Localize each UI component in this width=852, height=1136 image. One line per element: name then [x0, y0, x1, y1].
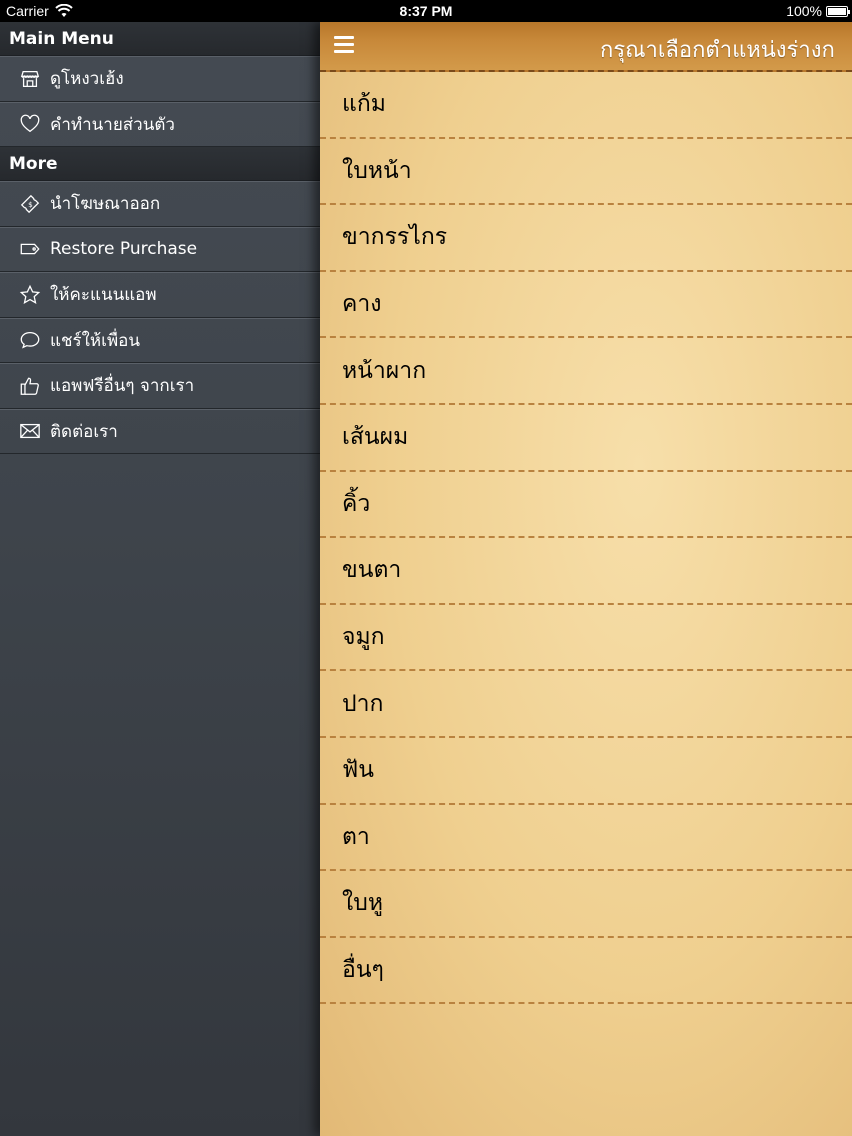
sidebar-item-face-reading[interactable]: ดูโหงวเฮ้ง — [0, 56, 320, 102]
nav-bar: กรุณาเลือกตำแหน่งร่างก — [320, 22, 852, 72]
status-bar: Carrier 8:37 PM 100% — [0, 0, 852, 22]
thumbs-up-icon — [18, 374, 42, 398]
store-icon — [18, 67, 42, 91]
list-item-eye[interactable]: ตา — [320, 805, 852, 872]
battery-icon — [826, 5, 850, 17]
status-time: 8:37 PM — [399, 3, 453, 19]
list-item-nose[interactable]: จมูก — [320, 605, 852, 672]
battery-percent: 100% — [786, 3, 822, 19]
list-item-eyelash[interactable]: ขนตา — [320, 538, 852, 605]
sidebar-item-label: แอพฟรีอื่นๆ จากเรา — [50, 376, 195, 397]
sidebar-item-label: แชร์ให้เพื่อน — [50, 330, 140, 351]
ticket-icon: $ — [18, 192, 42, 216]
sidebar-item-rate-app[interactable]: ให้คะแนนแอพ — [0, 272, 320, 318]
main-panel: กรุณาเลือกตำแหน่งร่างก แก้ม ใบหน้า ขากรร… — [320, 22, 852, 1136]
envelope-icon — [18, 419, 42, 443]
sidebar-item-more-apps[interactable]: แอพฟรีอื่นๆ จากเรา — [0, 363, 320, 409]
sidebar-item-label: Restore Purchase — [50, 239, 198, 260]
list-item-other[interactable]: อื่นๆ — [320, 938, 852, 1005]
list-item-mouth[interactable]: ปาก — [320, 671, 852, 738]
section-header-more: More — [0, 147, 320, 181]
list-item-cheek[interactable]: แก้ม — [320, 72, 852, 139]
heart-icon — [18, 112, 42, 136]
sidebar-item-label: ให้คะแนนแอพ — [50, 285, 157, 306]
sidebar-item-label: ดูโหงวเฮ้ง — [50, 69, 124, 90]
list-item-eyebrow[interactable]: คิ้ว — [320, 472, 852, 539]
star-icon — [18, 283, 42, 307]
sidebar-item-label: ติดต่อเรา — [50, 421, 118, 442]
sidebar-item-restore-purchase[interactable]: Restore Purchase — [0, 226, 320, 272]
sidebar-item-label: นำโฆษณาออก — [50, 194, 161, 215]
list-item-chin[interactable]: คาง — [320, 272, 852, 339]
sidebar-item-share[interactable]: แชร์ให้เพื่อน — [0, 317, 320, 363]
sidebar-item-personal-prediction[interactable]: คำทำนายส่วนตัว — [0, 101, 320, 147]
sidebar-item-label: คำทำนายส่วนตัว — [50, 114, 175, 135]
svg-text:$: $ — [28, 200, 33, 209]
hamburger-icon[interactable] — [334, 36, 354, 54]
sidebar-item-contact[interactable]: ติดต่อเรา — [0, 408, 320, 454]
page-title: กรุณาเลือกตำแหน่งร่างก — [600, 38, 835, 63]
list-item-ear[interactable]: ใบหู — [320, 871, 852, 938]
sidebar: Main Menu ดูโหงวเฮ้ง คำทำนายส่วนตัว More… — [0, 22, 320, 1136]
list-item-teeth[interactable]: ฟัน — [320, 738, 852, 805]
chat-bubble-icon — [18, 328, 42, 352]
tag-icon — [18, 237, 42, 261]
body-part-list: แก้ม ใบหน้า ขากรรไกร คาง หน้าผาก เส้นผม … — [320, 72, 852, 1005]
section-header-main-menu: Main Menu — [0, 22, 320, 56]
status-right: 100% — [786, 3, 850, 19]
sidebar-item-remove-ads[interactable]: $ นำโฆษณาออก — [0, 181, 320, 227]
list-item-face[interactable]: ใบหน้า — [320, 139, 852, 206]
list-item-hair[interactable]: เส้นผม — [320, 405, 852, 472]
list-item-forehead[interactable]: หน้าผาก — [320, 338, 852, 405]
list-item-jaw[interactable]: ขากรรไกร — [320, 205, 852, 272]
